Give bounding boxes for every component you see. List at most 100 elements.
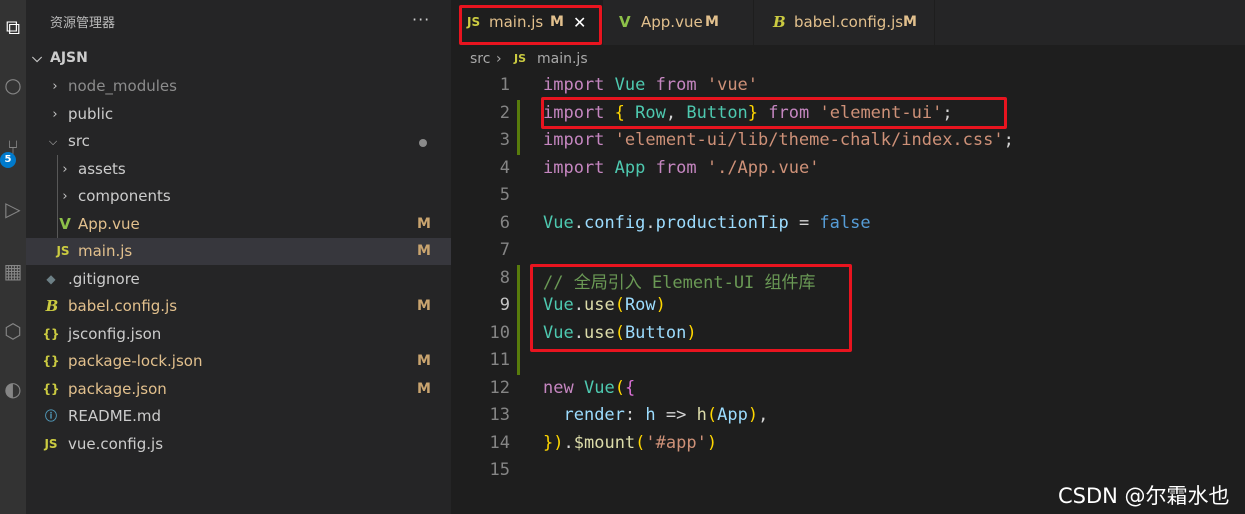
line-number: 10 — [489, 323, 510, 343]
tree-item-label: main.js — [78, 242, 133, 260]
vue-file-icon: V — [59, 215, 71, 233]
modified-badge: M — [417, 243, 431, 259]
project-name: AJSN — [50, 50, 88, 66]
tree-item-label: public — [68, 105, 114, 123]
search-icon[interactable]: ○ — [0, 70, 26, 100]
line-number: 11 — [489, 350, 510, 370]
tab-babel-config[interactable]: B babel.config.js M — [754, 0, 935, 45]
chevron-right-icon: › — [62, 189, 68, 204]
breadcrumb: src › JS main.js — [451, 45, 1245, 73]
extensions-icon[interactable]: ▦ — [0, 256, 26, 286]
line-number: 15 — [489, 460, 510, 480]
modified-badge: M — [903, 14, 917, 30]
tree-item-components[interactable]: › components — [26, 183, 451, 210]
explorer-title: 资源管理器 — [50, 16, 116, 31]
line-number: 6 — [499, 213, 510, 233]
tab-app-vue[interactable]: V App.vue M — [603, 0, 754, 45]
tree-item-label: src — [68, 132, 90, 150]
tab-label: babel.config.js — [794, 13, 904, 31]
chevron-right-icon: › — [52, 107, 58, 122]
modified-badge: M — [417, 298, 431, 314]
highlight-box-tab — [459, 5, 602, 45]
code-line-4: import App from './App.vue' — [543, 158, 820, 178]
tree-item-readme[interactable]: ⓘ README.md — [26, 403, 451, 430]
highlight-box-use — [530, 264, 852, 352]
line-number: 3 — [499, 130, 510, 150]
watermark: CSDN @尔霜水也 — [1058, 484, 1230, 508]
vue-file-icon: V — [619, 13, 631, 31]
tree-item-package-lock[interactable]: {} package-lock.json M — [26, 348, 451, 375]
line-number: 9 — [499, 295, 510, 315]
tree-item-babel-config[interactable]: B babel.config.js M — [26, 293, 451, 320]
tree-item-label: README.md — [68, 407, 162, 425]
line-number: 8 — [499, 268, 510, 288]
line-number: 7 — [499, 240, 510, 260]
tree-item-label: vue.config.js — [68, 435, 164, 453]
tree-item-assets[interactable]: › assets — [26, 156, 451, 183]
tree-item-label: babel.config.js — [68, 297, 178, 315]
babel-file-icon: B — [773, 13, 786, 31]
modified-badge: M — [417, 216, 431, 232]
line-number: 1 — [499, 75, 510, 95]
json-file-icon: {} — [42, 327, 60, 341]
modified-dot — [419, 139, 427, 147]
tree-item-label: components — [78, 187, 171, 205]
project-root[interactable]: ⌵ AJSN — [26, 45, 451, 72]
chevron-right-icon: › — [62, 162, 68, 177]
tree-item-src[interactable]: ⌵ src — [26, 128, 451, 155]
js-file-icon: JS — [56, 244, 70, 258]
tree-item-label: App.vue — [78, 215, 140, 233]
run-debug-icon[interactable]: ▷ — [0, 194, 26, 224]
more-actions-icon[interactable]: ··· — [412, 10, 430, 29]
js-file-icon: JS — [514, 52, 527, 65]
tree-item-label: jsconfig.json — [68, 325, 162, 343]
tree-item-label: node_modules — [68, 77, 177, 95]
tree-item-label: .gitignore — [68, 270, 140, 288]
breadcrumb-separator: › — [496, 51, 502, 67]
git-change-bar — [517, 265, 520, 375]
chevron-down-icon: ⌵ — [32, 51, 42, 66]
tree-item-app-vue[interactable]: V App.vue M — [26, 211, 451, 238]
js-file-icon: JS — [44, 437, 58, 451]
tree-item-node-modules[interactable]: › node_modules — [26, 73, 451, 100]
modified-badge: M — [417, 381, 431, 397]
code-line-3: import 'element-ui/lib/theme-chalk/index… — [543, 130, 1014, 150]
code-line-14: }).$mount('#app') — [543, 433, 718, 453]
tree-item-jsconfig[interactable]: {} jsconfig.json — [26, 321, 451, 348]
explorer-icon[interactable]: ⧉ — [0, 12, 26, 42]
code-line-1: import Vue from 'vue' — [543, 75, 759, 95]
line-number: 12 — [489, 378, 510, 398]
tree-item-public[interactable]: › public — [26, 101, 451, 128]
info-file-icon: ⓘ — [44, 409, 57, 423]
modified-badge: M — [417, 353, 431, 369]
tree-item-label: assets — [78, 160, 126, 178]
code-line-6: Vue.config.productionTip = false — [543, 213, 871, 233]
line-number: 5 — [499, 185, 510, 205]
activity-bar: ⧉ ○ ⑂ 5 ▷ ▦ ⬡ ◐ — [0, 0, 26, 514]
line-number: 13 — [489, 405, 510, 425]
json-file-icon: {} — [42, 382, 60, 396]
code-line-13: render: h => h(App), — [563, 405, 769, 425]
tree-item-label: package-lock.json — [68, 352, 203, 370]
line-number: 2 — [499, 103, 510, 123]
tree-item-gitignore[interactable]: ◆ .gitignore — [26, 266, 451, 293]
line-number: 4 — [499, 158, 510, 178]
source-control-badge: 5 — [0, 152, 16, 168]
breadcrumb-file[interactable]: main.js — [537, 45, 588, 73]
chevron-right-icon: › — [52, 79, 58, 94]
breadcrumb-folder[interactable]: src — [470, 45, 490, 73]
json-file-icon: {} — [42, 354, 60, 368]
account-icon[interactable]: ◐ — [0, 374, 26, 404]
remote-icon[interactable]: ⬡ — [0, 316, 26, 346]
tree-item-main-js[interactable]: JS main.js M — [26, 238, 451, 265]
explorer-sidebar: 资源管理器 ··· ⌵ AJSN › node_modules › public… — [26, 0, 451, 514]
tree-item-package-json[interactable]: {} package.json M — [26, 376, 451, 403]
babel-file-icon: B — [45, 297, 59, 315]
tab-label: App.vue — [641, 13, 703, 31]
git-change-bar — [517, 100, 520, 155]
modified-badge: M — [705, 14, 719, 30]
chevron-down-icon: ⌵ — [48, 135, 58, 148]
highlight-box-import — [541, 97, 1007, 129]
tree-item-label: package.json — [68, 380, 167, 398]
tree-item-vue-config[interactable]: JS vue.config.js — [26, 431, 451, 458]
